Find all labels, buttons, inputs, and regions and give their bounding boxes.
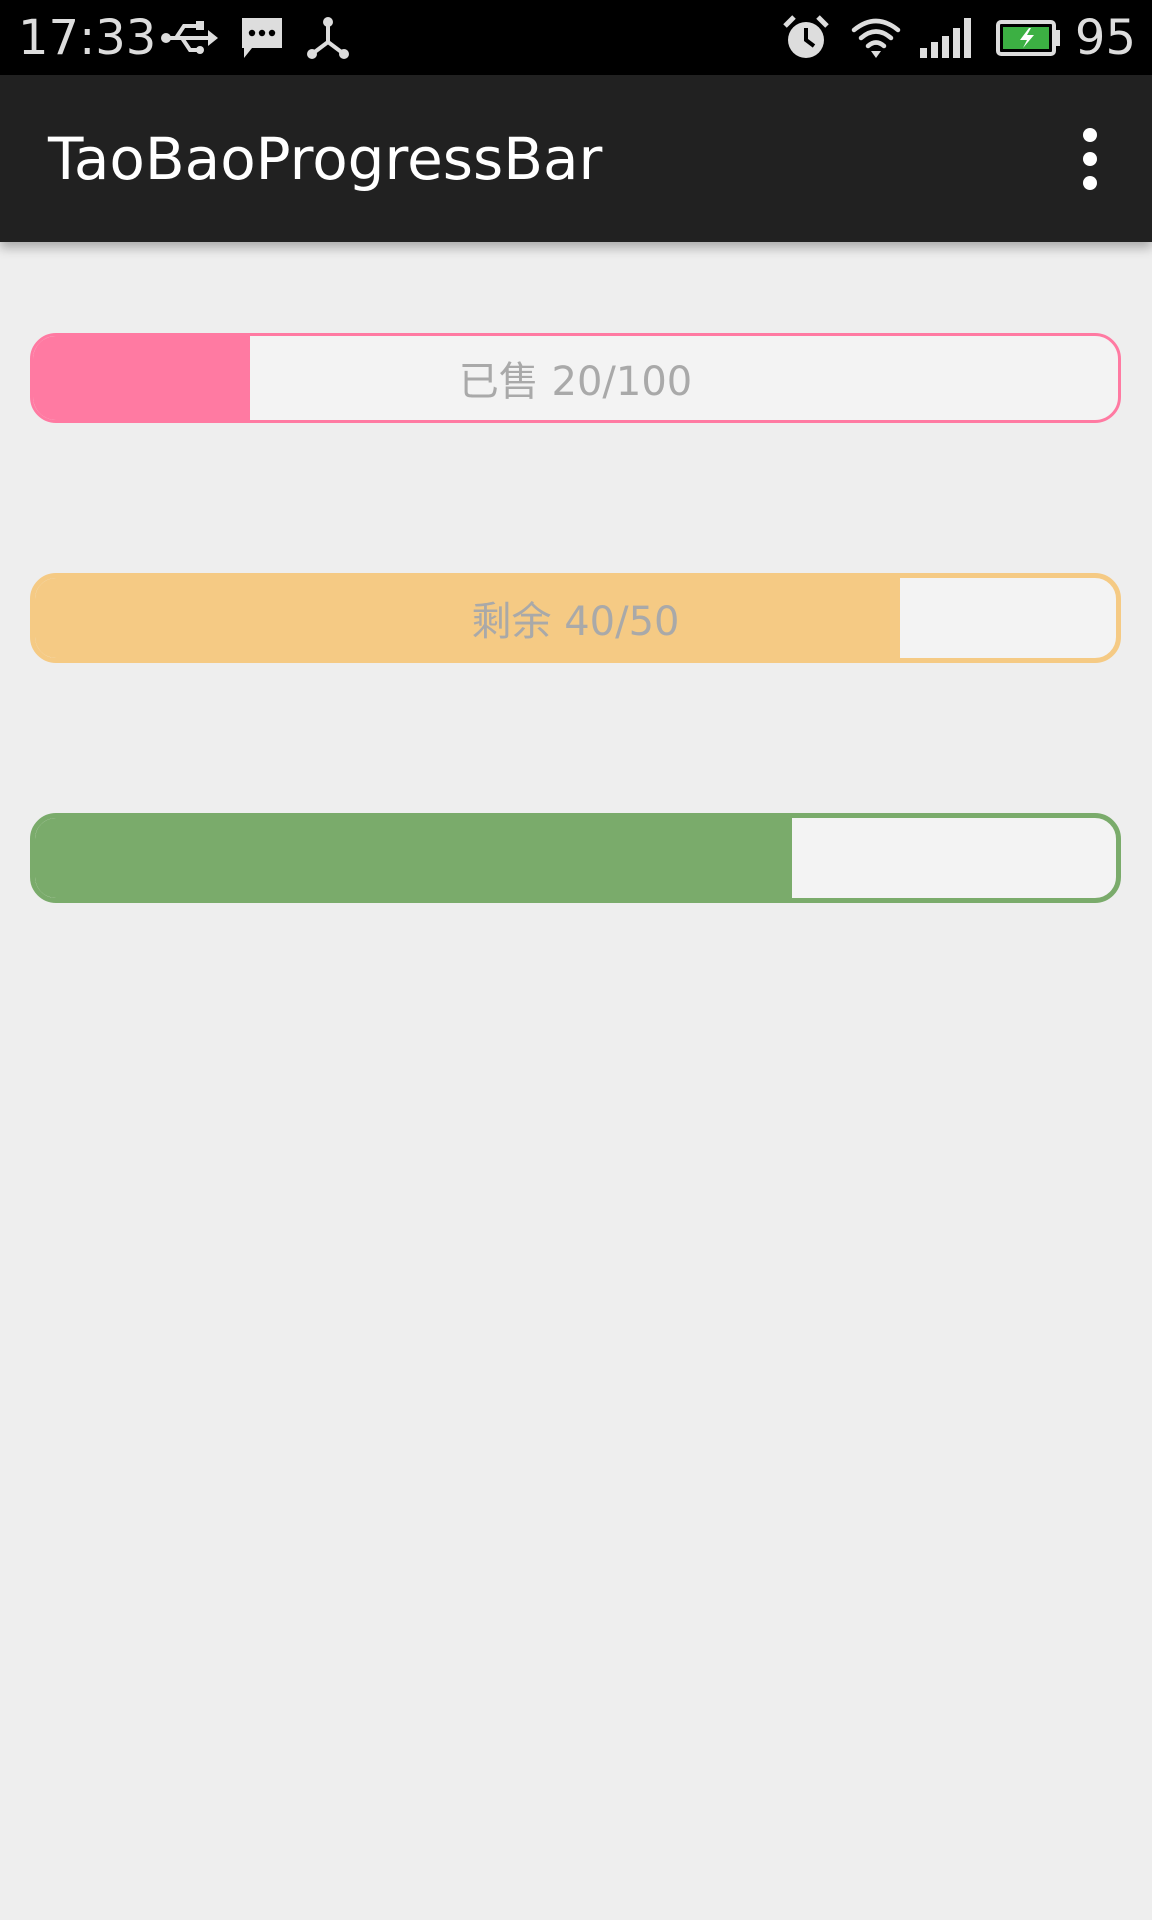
- remaining-progress-bar: 剩余 40/50: [30, 573, 1121, 663]
- status-time: 17:33: [18, 10, 157, 66]
- status-bar: 17:33 95: [0, 0, 1152, 75]
- battery-charging-icon: [996, 20, 1060, 56]
- message-icon: [242, 18, 282, 58]
- app-title: TaoBaoProgressBar: [48, 125, 603, 193]
- alarm-icon: [783, 15, 829, 58]
- sold-progress-bar: 已售 20/100: [30, 333, 1121, 423]
- battery-level: 95: [1074, 10, 1136, 66]
- overflow-menu-icon[interactable]: [1058, 125, 1122, 193]
- app-bar: TaoBaoProgressBar: [0, 75, 1152, 242]
- usb-icon: [161, 21, 218, 54]
- progress-label: [35, 818, 1116, 898]
- wifi-icon: [851, 18, 901, 58]
- progress-label: 剩余 40/50: [471, 599, 680, 645]
- signal-icon: [920, 18, 971, 58]
- progress-label: 已售 20/100: [458, 359, 693, 405]
- progress-bar: [30, 813, 1121, 903]
- share-icon: [307, 17, 349, 59]
